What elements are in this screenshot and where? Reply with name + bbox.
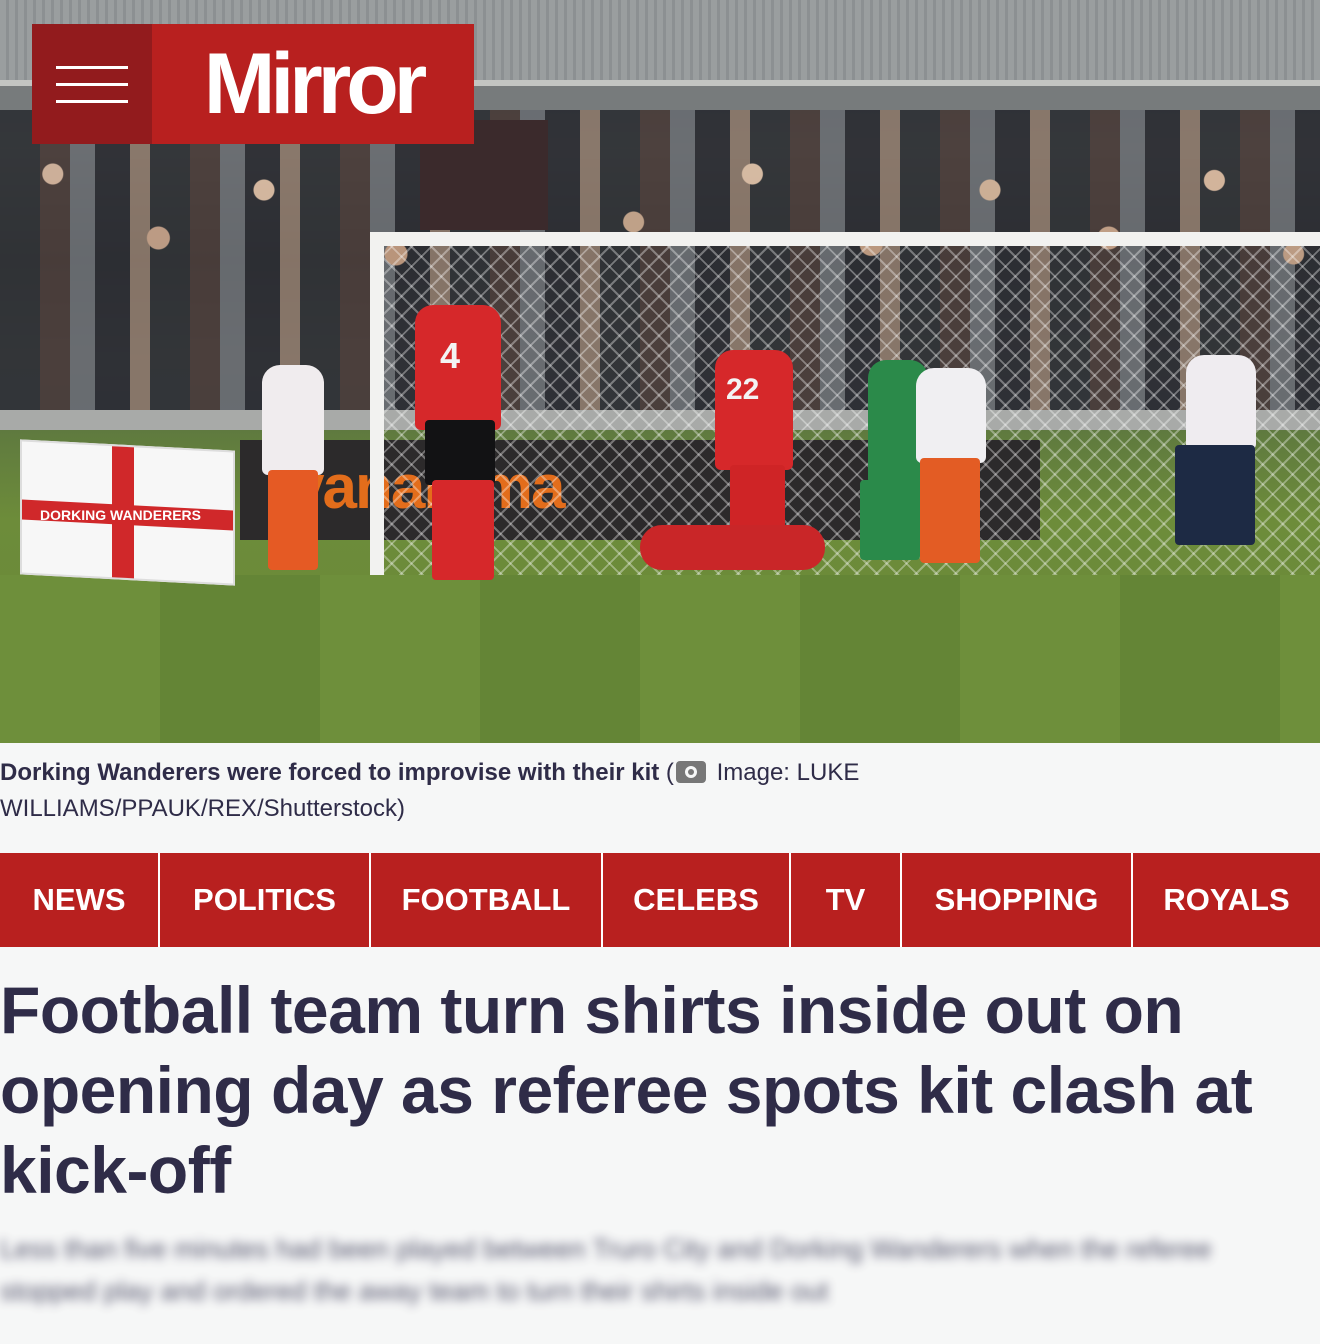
nav-item-celebs[interactable]: CELEBS bbox=[603, 853, 791, 947]
player-white-celebrating bbox=[916, 368, 986, 463]
nav-item-football[interactable]: FOOTBALL bbox=[371, 853, 603, 947]
player-red-22 bbox=[715, 350, 793, 470]
section-nav: NEWS POLITICS FOOTBALL CELEBS TV SHOPPIN… bbox=[0, 853, 1320, 947]
nav-item-tv[interactable]: TV bbox=[791, 853, 902, 947]
hamburger-icon bbox=[56, 65, 128, 69]
nav-item-politics[interactable]: POLITICS bbox=[160, 853, 371, 947]
player-red-4-shorts bbox=[425, 420, 495, 485]
player-red-4-socks bbox=[432, 480, 494, 580]
caption-text: Dorking Wanderers were forced to improvi… bbox=[0, 759, 660, 786]
player-white-right-legs bbox=[1175, 445, 1255, 545]
player-white-left bbox=[262, 365, 324, 475]
article-standfirst: Less than five minutes had been played b… bbox=[0, 1234, 1212, 1306]
camera-icon bbox=[675, 761, 706, 783]
pitch bbox=[0, 575, 1320, 743]
logo-text: Mirror bbox=[203, 35, 427, 132]
hamburger-icon-bar bbox=[56, 99, 128, 103]
nav-item-royals[interactable]: ROYALS bbox=[1133, 853, 1320, 947]
goalkeeper-green-legs bbox=[860, 480, 920, 560]
image-caption: Dorking Wanderers were forced to improvi… bbox=[0, 755, 960, 827]
caption-paren: ( bbox=[665, 759, 674, 786]
nav-item-news[interactable]: NEWS bbox=[0, 853, 160, 947]
menu-button[interactable] bbox=[32, 24, 152, 144]
player-white-right bbox=[1186, 355, 1256, 450]
hamburger-icon-bar bbox=[56, 82, 128, 86]
shirt-number-4: 4 bbox=[440, 335, 461, 376]
mirror-logo[interactable]: Mirror bbox=[152, 24, 474, 144]
player-white-left-legs bbox=[268, 470, 318, 570]
shirt-number-22: 22 bbox=[726, 373, 760, 406]
article-headline: Football team turn shirts inside out on … bbox=[0, 973, 1253, 1207]
player-red-on-ground bbox=[640, 525, 825, 570]
player-white-celebrating-legs bbox=[920, 458, 980, 563]
flag-text: DORKING WANDERERS bbox=[40, 507, 202, 523]
nav-item-shopping[interactable]: SHOPPING bbox=[902, 853, 1133, 947]
site-header: Mirror bbox=[32, 24, 474, 144]
